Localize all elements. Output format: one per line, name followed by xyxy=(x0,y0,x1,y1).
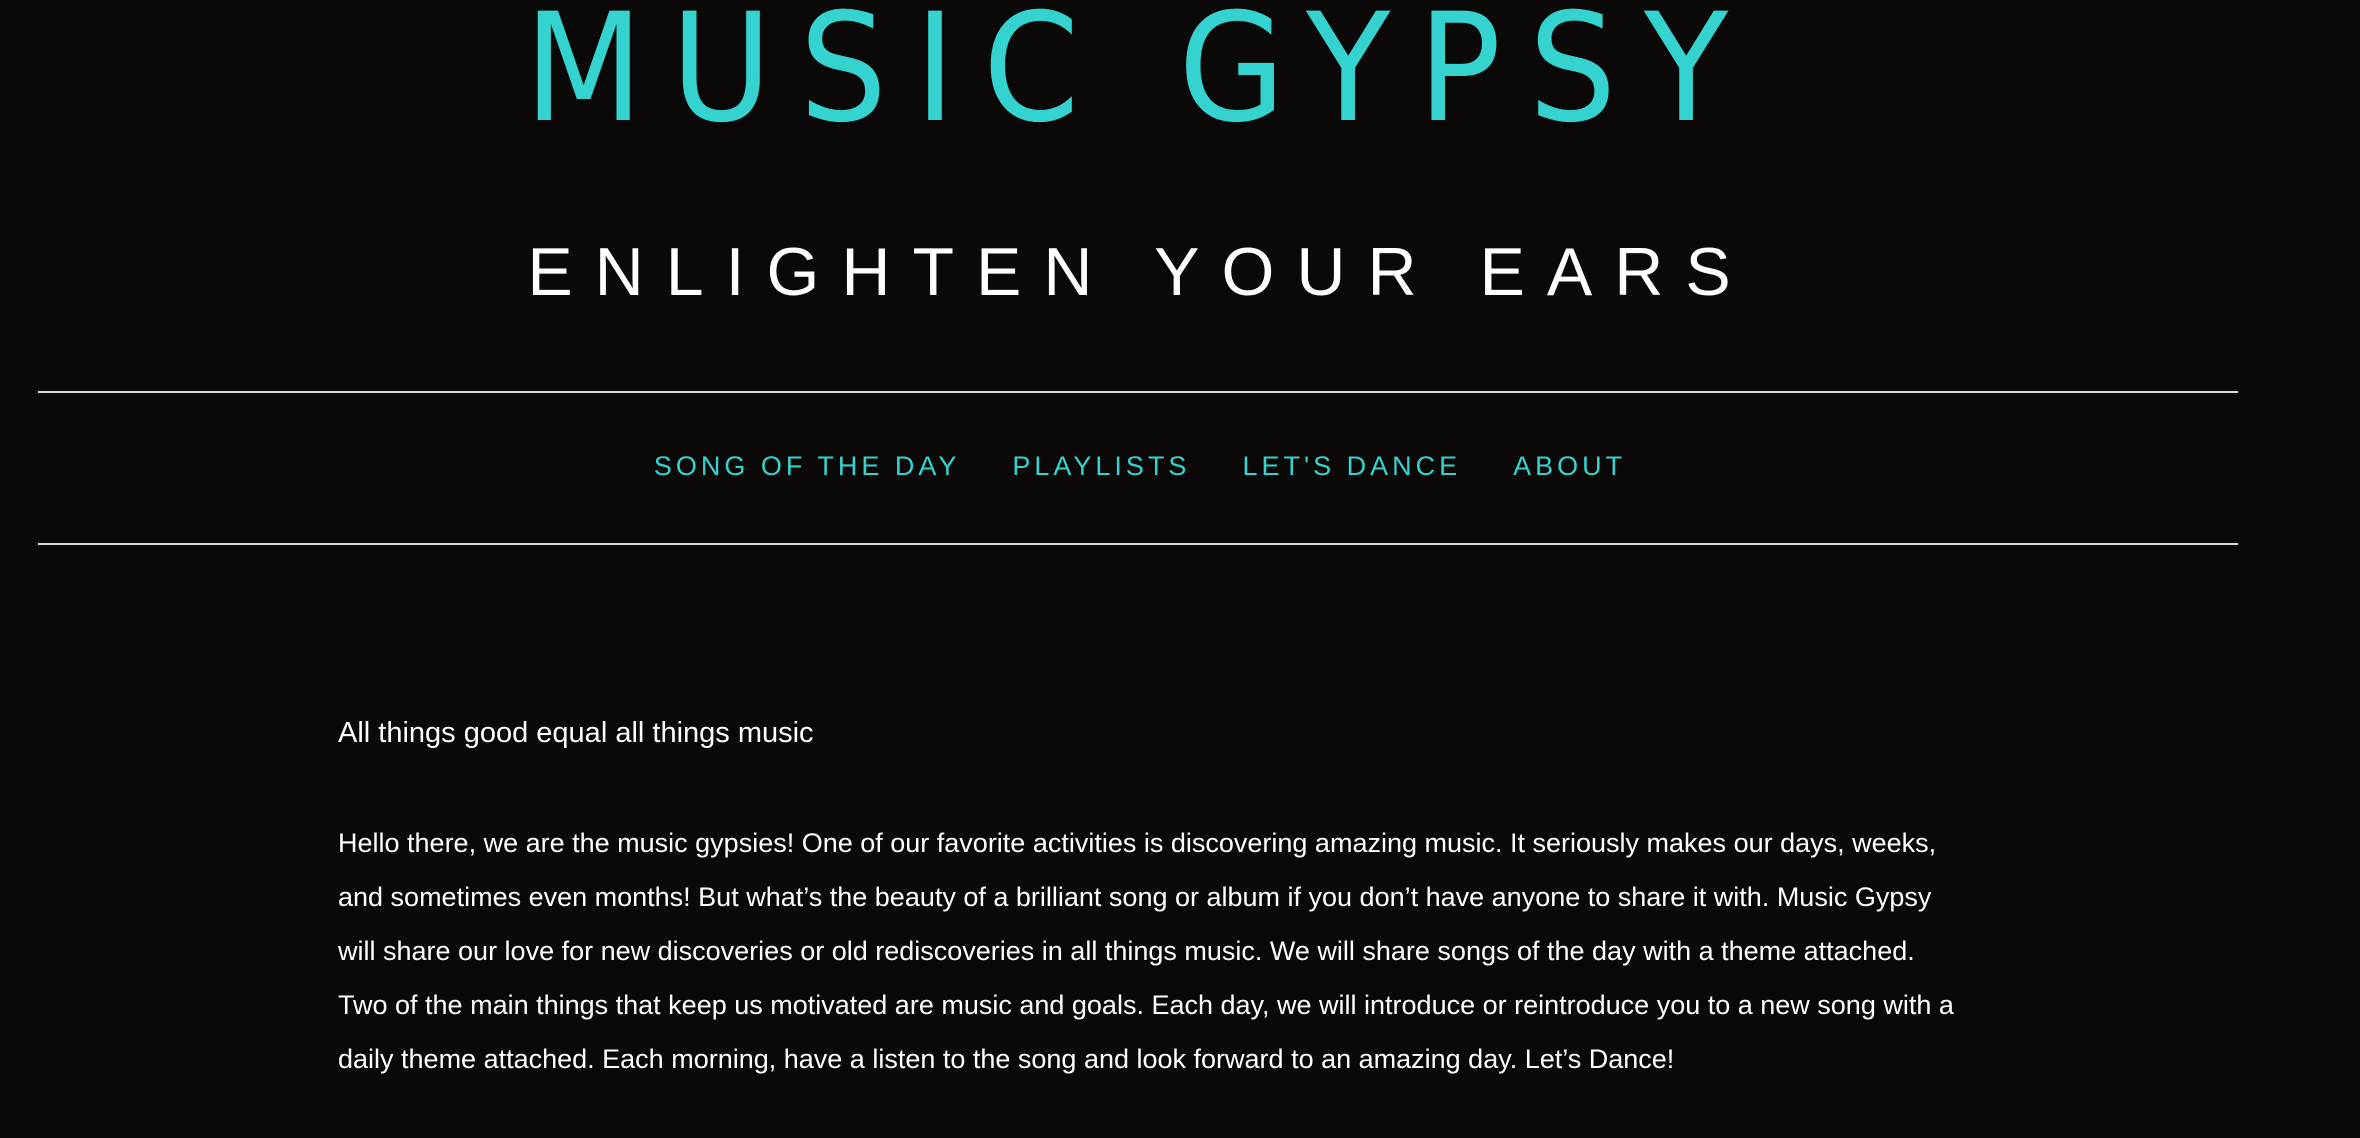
nav-item-song-of-the-day[interactable]: SONG OF THE DAY xyxy=(654,446,961,486)
main-nav: SONG OF THE DAY PLAYLISTS LET'S DANCE AB… xyxy=(0,446,2280,486)
nav-item-about[interactable]: ABOUT xyxy=(1513,446,1626,486)
intro-heading: All things good equal all things music xyxy=(338,717,814,749)
intro-paragraph: Hello there, we are the music gypsies! O… xyxy=(338,828,1954,1074)
nav-item-lets-dance[interactable]: LET'S DANCE xyxy=(1242,446,1461,486)
site-title[interactable]: MUSIC GYPSY xyxy=(91,0,2189,144)
nav-divider-top xyxy=(38,391,2238,393)
main-content: All things good equal all things music H… xyxy=(338,708,1958,1086)
nav-divider-bottom xyxy=(38,543,2238,545)
site-tagline: ENLIGHTEN YOUR EARS xyxy=(527,234,1753,310)
nav-item-playlists[interactable]: PLAYLISTS xyxy=(1012,446,1190,486)
